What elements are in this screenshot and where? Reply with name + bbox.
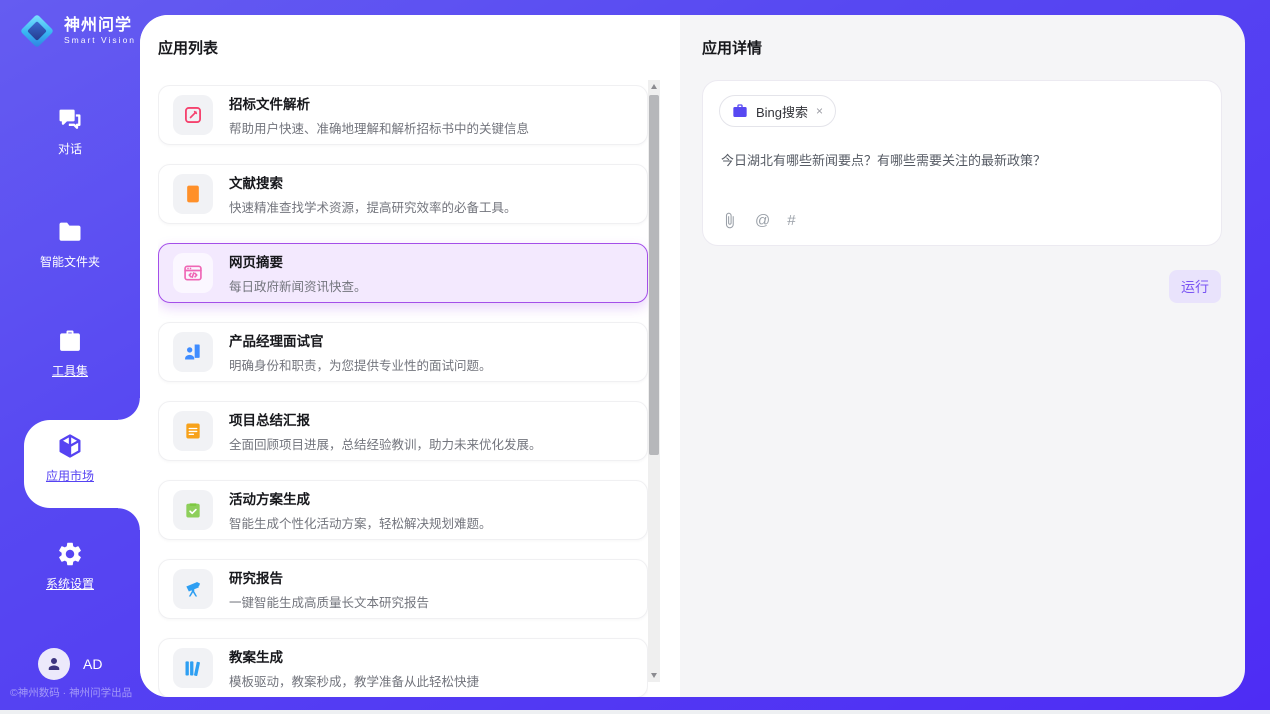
telescope-icon [173, 569, 213, 609]
app-list-panel: 应用列表 招标文件解析 帮助用户快速、准确地理解和解析招标书中的关键信息 [140, 15, 680, 697]
person-document-icon [173, 332, 213, 372]
app-card-bid-analysis[interactable]: 招标文件解析 帮助用户快速、准确地理解和解析招标书中的关键信息 [158, 85, 648, 145]
app-card-title: 网页摘要 [229, 251, 367, 271]
toolbox-icon [0, 327, 140, 355]
sidebar-item-label: 工具集 [0, 362, 140, 379]
prompt-toolbar: @ # [721, 212, 796, 229]
clipboard-check-icon [173, 490, 213, 530]
sidebar-item-smart-folder[interactable]: 智能文件夹 [0, 218, 140, 270]
edit-document-icon [173, 95, 213, 135]
scrollbar-down-arrow[interactable] [648, 669, 660, 682]
app-frame: 神州问学 Smart Vision 对话 智能文件夹 工具集 [0, 0, 1270, 710]
brand-gem-icon [18, 12, 56, 50]
app-card-desc: 明确身份和职责，为您提供专业性的面试问题。 [229, 355, 492, 374]
app-detail-title: 应用详情 [702, 37, 762, 58]
app-card-title: 文献搜索 [229, 172, 517, 192]
app-card-desc: 模板驱动，教案秒成，教学准备从此轻松快捷 [229, 671, 479, 690]
sidebar-item-label: 对话 [0, 140, 140, 157]
sidebar-item-label: 系统设置 [0, 575, 140, 592]
browser-code-icon [173, 253, 213, 293]
app-card-title: 项目总结汇报 [229, 409, 542, 429]
scrollbar-thumb[interactable] [649, 95, 659, 455]
books-icon [173, 648, 213, 688]
app-card-desc: 快速精准查找学术资源，提高研究效率的必备工具。 [229, 197, 517, 216]
app-card-desc: 全面回顾项目进展，总结经验教训，助力未来优化发展。 [229, 434, 542, 453]
app-detail-panel: 应用详情 Bing搜索 × 今日湖北有哪些新闻要点？有哪些需要关注的最新政策？ … [680, 15, 1245, 697]
tool-tag-bing-search[interactable]: Bing搜索 × [719, 95, 836, 127]
app-card-web-summary[interactable]: 网页摘要 每日政府新闻资讯快查。 [158, 243, 648, 303]
prompt-card[interactable]: Bing搜索 × 今日湖北有哪些新闻要点？有哪些需要关注的最新政策？ @ # [702, 80, 1222, 246]
folder-icon [0, 218, 140, 246]
hashtag-icon[interactable]: # [787, 212, 795, 229]
app-list-title: 应用列表 [158, 37, 218, 58]
brand-subtitle: Smart Vision [64, 35, 136, 45]
tag-close-icon[interactable]: × [816, 104, 823, 118]
app-card-desc: 每日政府新闻资讯快查。 [229, 276, 367, 295]
app-list-scrollbar[interactable] [648, 80, 660, 682]
bottom-strip [0, 710, 1270, 714]
app-card-research-report[interactable]: 研究报告 一键智能生成高质量长文本研究报告 [158, 559, 648, 619]
app-card-desc: 帮助用户快速、准确地理解和解析招标书中的关键信息 [229, 118, 529, 137]
brand-logo: 神州问学 Smart Vision [18, 12, 136, 50]
sidebar-item-app-market[interactable]: 应用市场 [0, 432, 140, 484]
app-card-title: 招标文件解析 [229, 93, 529, 113]
user-initials: AD [83, 656, 102, 672]
app-card-project-summary[interactable]: 项目总结汇报 全面回顾项目进展，总结经验教训，助力未来优化发展。 [158, 401, 648, 461]
user-account[interactable]: AD [38, 648, 102, 680]
book-icon [173, 174, 213, 214]
tool-tag-label: Bing搜索 [756, 102, 808, 121]
app-card-title: 教案生成 [229, 646, 479, 666]
calendar-note-icon [173, 411, 213, 451]
run-button[interactable]: 运行 [1169, 270, 1221, 303]
app-card-activity-plan[interactable]: 活动方案生成 智能生成个性化活动方案，轻松解决规划难题。 [158, 480, 648, 540]
app-card-pm-interviewer[interactable]: 产品经理面试官 明确身份和职责，为您提供专业性的面试问题。 [158, 322, 648, 382]
sidebar-item-toolset[interactable]: 工具集 [0, 327, 140, 379]
briefcase-icon [732, 103, 748, 119]
prompt-input[interactable]: 今日湖北有哪些新闻要点？有哪些需要关注的最新政策？ [721, 151, 1201, 171]
app-card-title: 活动方案生成 [229, 488, 492, 508]
mention-icon[interactable]: @ [755, 212, 770, 229]
copyright-text: ©神州数码 · 神州问学出品 [10, 685, 140, 700]
brand-name: 神州问学 [64, 17, 136, 35]
cube-icon [0, 432, 140, 460]
gear-icon [0, 540, 140, 568]
sidebar-item-chat[interactable]: 对话 [0, 105, 140, 157]
sidebar-item-settings[interactable]: 系统设置 [0, 540, 140, 592]
app-card-title: 研究报告 [229, 567, 429, 587]
app-card-desc: 一键智能生成高质量长文本研究报告 [229, 592, 429, 611]
app-card-literature-search[interactable]: 文献搜索 快速精准查找学术资源，提高研究效率的必备工具。 [158, 164, 648, 224]
app-card-lesson-plan[interactable]: 教案生成 模板驱动，教案秒成，教学准备从此轻松快捷 [158, 638, 648, 697]
avatar [38, 648, 70, 680]
app-card-title: 产品经理面试官 [229, 330, 492, 350]
sidebar-item-label: 应用市场 [0, 467, 140, 484]
chat-icon [0, 105, 140, 133]
scrollbar-up-arrow[interactable] [648, 80, 660, 93]
content-area: 应用列表 招标文件解析 帮助用户快速、准确地理解和解析招标书中的关键信息 [140, 15, 1245, 697]
sidebar-item-label: 智能文件夹 [0, 253, 140, 270]
app-card-list: 招标文件解析 帮助用户快速、准确地理解和解析招标书中的关键信息 文献搜索 快速精… [158, 85, 648, 697]
sidebar: 神州问学 Smart Vision 对话 智能文件夹 工具集 [0, 0, 140, 710]
attachment-icon[interactable] [721, 212, 738, 229]
app-card-desc: 智能生成个性化活动方案，轻松解决规划难题。 [229, 513, 492, 532]
